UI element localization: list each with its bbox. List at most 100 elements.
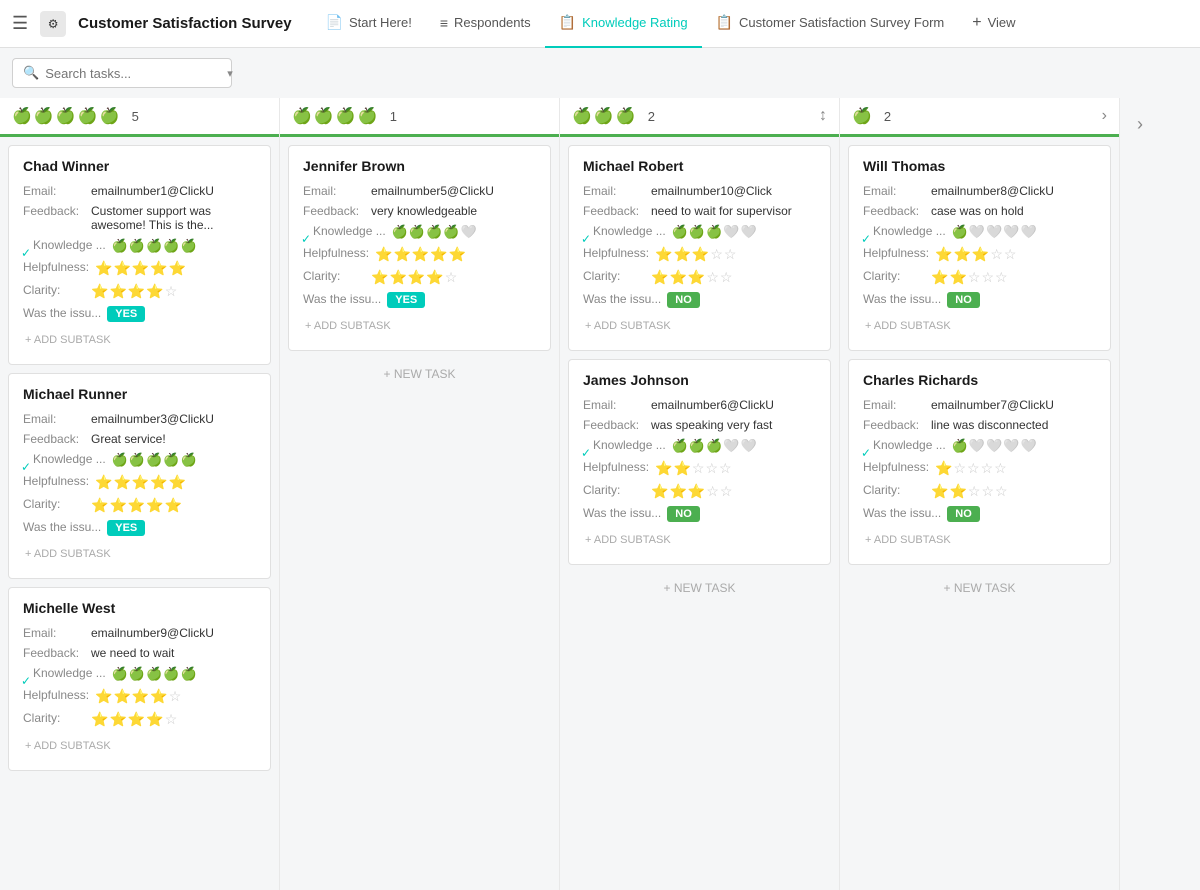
scroll-right-icon[interactable]: › (1137, 114, 1143, 135)
feedback-value: need to wait for supervisor (651, 204, 816, 218)
column-header-col4: 🍏 2 › (840, 98, 1119, 137)
card-feedback-row: Feedback: Great service! (23, 432, 256, 446)
add-subtask-button[interactable]: + ADD SUBTASK (23, 542, 256, 566)
card-knowledge-row: ✓ Knowledge ... 🍏🩶🩶🩶🩶 (863, 224, 1096, 240)
tab-respondents[interactable]: ≡ Respondents (426, 0, 545, 48)
add-subtask-button[interactable]: + ADD SUBTASK (863, 314, 1096, 338)
card-issue-row: Was the issu... NO (863, 506, 1096, 522)
new-task-button[interactable]: + NEW TASK (568, 573, 831, 603)
helpfulness-label: Helpfulness: (583, 460, 649, 474)
card-helpfulness-row: Helpfulness: ⭐⭐⭐⭐⭐ (23, 260, 256, 277)
card-knowledge-row: ✓ Knowledge ... 🍏🍏🍏🍏🍏 (23, 238, 256, 254)
knowledge-label: Knowledge ... (23, 238, 106, 252)
card-email-row: Email: emailnumber7@ClickU (863, 398, 1096, 412)
helpfulness-stars: ⭐⭐⭐⭐⭐ (95, 260, 186, 277)
clarity-label: Clarity: (583, 269, 645, 283)
card-clarity-row: Clarity: ⭐⭐⭐⭐☆ (23, 283, 256, 300)
email-label: Email: (23, 412, 85, 426)
cards-area-col4: Will Thomas Email: emailnumber8@ClickU F… (840, 137, 1119, 890)
check-icon: ✓ (301, 232, 311, 246)
clarity-label: Clarity: (583, 483, 645, 497)
email-label: Email: (583, 184, 645, 198)
add-subtask-button[interactable]: + ADD SUBTASK (583, 314, 816, 338)
search-bar[interactable]: 🔍 ▾ (12, 58, 232, 88)
helpfulness-stars: ⭐⭐⭐⭐⭐ (375, 246, 466, 263)
card-email-row: Email: emailnumber6@ClickU (583, 398, 816, 412)
tab-survey-form[interactable]: 📋 Customer Satisfaction Survey Form (702, 0, 959, 48)
column-count-col3: 2 (648, 109, 655, 124)
tab-start-here[interactable]: 📄 Start Here! (312, 0, 426, 48)
cards-area-col2: Jennifer Brown Email: emailnumber5@Click… (280, 137, 559, 890)
email-value: emailnumber1@ClickU (91, 184, 256, 198)
menu-icon[interactable]: ☰ (12, 13, 28, 34)
feedback-value: Customer support was awesome! This is th… (91, 204, 256, 232)
issue-badge: NO (667, 292, 700, 308)
task-card: James Johnson Email: emailnumber6@ClickU… (568, 359, 831, 565)
cards-area-col3: Michael Robert Email: emailnumber10@Clic… (560, 137, 839, 890)
knowledge-label: Knowledge ... (23, 452, 106, 466)
add-subtask-button[interactable]: + ADD SUBTASK (23, 734, 256, 758)
card-email-row: Email: emailnumber8@ClickU (863, 184, 1096, 198)
clarity-stars: ⭐⭐⭐⭐☆ (91, 283, 177, 300)
clarity-stars: ⭐⭐⭐☆☆ (651, 269, 732, 286)
column-nav-col3[interactable]: ↕ (819, 107, 827, 125)
card-email-row: Email: emailnumber3@ClickU (23, 412, 256, 426)
knowledge-apples: 🍏🩶🩶🩶🩶 (952, 224, 1037, 240)
card-clarity-row: Clarity: ⭐⭐☆☆☆ (863, 269, 1096, 286)
add-subtask-button[interactable]: + ADD SUBTASK (303, 314, 536, 338)
start-here-icon: 📄 (326, 14, 343, 31)
column-nav-col4[interactable]: › (1102, 107, 1107, 125)
search-icon: 🔍 (23, 65, 39, 81)
issue-label: Was the issu... (863, 292, 941, 306)
header: ☰ ⚙ Customer Satisfaction Survey 📄 Start… (0, 0, 1200, 48)
clarity-stars: ⭐⭐⭐⭐☆ (91, 711, 177, 728)
feedback-label: Feedback: (583, 418, 645, 432)
email-label: Email: (23, 626, 85, 640)
card-issue-row: Was the issu... YES (23, 520, 256, 536)
helpfulness-label: Helpfulness: (23, 688, 89, 702)
clarity-label: Clarity: (863, 269, 925, 283)
email-label: Email: (583, 398, 645, 412)
column-count-col1: 5 (132, 109, 139, 124)
task-card: Jennifer Brown Email: emailnumber5@Click… (288, 145, 551, 351)
email-label: Email: (23, 184, 85, 198)
clarity-stars: ⭐⭐⭐⭐☆ (371, 269, 457, 286)
card-issue-row: Was the issu... NO (583, 292, 816, 308)
email-value: emailnumber7@ClickU (931, 398, 1096, 412)
card-name: Jennifer Brown (303, 158, 536, 174)
add-subtask-button[interactable]: + ADD SUBTASK (23, 328, 256, 352)
feedback-label: Feedback: (23, 432, 85, 446)
helpfulness-stars: ⭐⭐⭐⭐☆ (95, 688, 181, 705)
column-count-col4: 2 (884, 109, 891, 124)
card-helpfulness-row: Helpfulness: ⭐⭐⭐⭐☆ (23, 688, 256, 705)
tab-view[interactable]: + View (958, 0, 1029, 48)
email-label: Email: (863, 398, 925, 412)
board-scroll-right[interactable]: › (1120, 98, 1160, 890)
column-col1: 🍏🍏🍏🍏🍏 5 Chad Winner Email: emailnumber1@… (0, 98, 280, 890)
check-icon: ✓ (21, 674, 31, 688)
tab-knowledge-rating[interactable]: 📋 Knowledge Rating (545, 0, 702, 48)
new-task-button[interactable]: + NEW TASK (288, 359, 551, 389)
card-knowledge-row: ✓ Knowledge ... 🍏🍏🍏🍏🩶 (303, 224, 536, 240)
helpfulness-stars: ⭐⭐⭐☆☆ (935, 246, 1016, 263)
clarity-label: Clarity: (303, 269, 365, 283)
card-name: Michelle West (23, 600, 256, 616)
issue-badge: YES (387, 292, 425, 308)
card-name: Chad Winner (23, 158, 256, 174)
check-icon: ✓ (581, 232, 591, 246)
knowledge-apples: 🍏🍏🍏🍏🍏 (112, 238, 197, 254)
email-value: emailnumber3@ClickU (91, 412, 256, 426)
helpfulness-stars: ⭐⭐☆☆☆ (655, 460, 732, 477)
column-count-col2: 1 (390, 109, 397, 124)
knowledge-apples: 🍏🍏🍏🩶🩶 (672, 224, 757, 240)
add-subtask-button[interactable]: + ADD SUBTASK (583, 528, 816, 552)
board: 🍏🍏🍏🍏🍏 5 Chad Winner Email: emailnumber1@… (0, 98, 1160, 890)
header-tabs: 📄 Start Here! ≡ Respondents 📋 Knowledge … (312, 0, 1030, 48)
view-plus-icon: + (972, 14, 981, 32)
search-input[interactable] (45, 66, 221, 81)
card-name: Will Thomas (863, 158, 1096, 174)
issue-label: Was the issu... (303, 292, 381, 306)
survey-form-icon: 📋 (716, 14, 733, 31)
new-task-button[interactable]: + NEW TASK (848, 573, 1111, 603)
add-subtask-button[interactable]: + ADD SUBTASK (863, 528, 1096, 552)
